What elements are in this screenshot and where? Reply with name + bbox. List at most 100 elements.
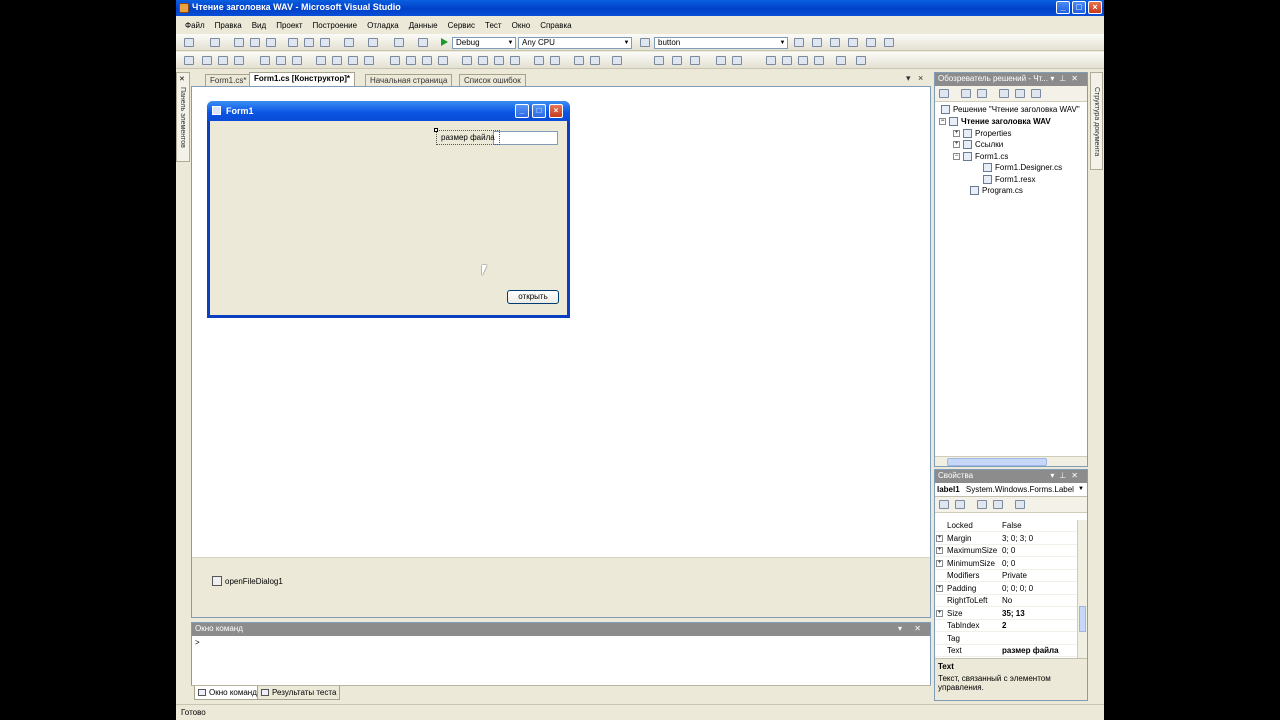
find-icon[interactable]: [640, 38, 650, 47]
prop-value[interactable]: 0; 0: [1002, 558, 1015, 570]
navigate-back-icon[interactable]: [394, 38, 404, 47]
class-diagram-icon[interactable]: [1031, 89, 1041, 98]
redo-icon[interactable]: [368, 38, 378, 47]
find-in-files-icon[interactable]: [794, 38, 804, 47]
refresh-icon[interactable]: [977, 89, 987, 98]
toolbox-icon[interactable]: [866, 38, 876, 47]
object-selector[interactable]: label1 System.Windows.Forms.Label ▼: [935, 483, 1087, 497]
align-centers-icon[interactable]: [218, 56, 228, 65]
document-outline-strip[interactable]: Структура документа: [1090, 72, 1103, 170]
save-icon[interactable]: [250, 38, 260, 47]
make-same-width-icon[interactable]: [316, 56, 326, 65]
vertical-spacing-equal-icon[interactable]: [462, 56, 472, 65]
prop-row[interactable]: + MinimumSize 0; 0: [935, 558, 1078, 570]
tab-test-results[interactable]: Результаты теста: [257, 686, 341, 700]
find-combo[interactable]: button ▼: [654, 37, 788, 49]
scrollbar-thumb[interactable]: [947, 458, 1047, 466]
undo-icon[interactable]: [344, 38, 354, 47]
view-code-icon[interactable]: [999, 89, 1009, 98]
prop-row[interactable]: RightToLeft No: [935, 595, 1078, 607]
prop-value[interactable]: 0; 0; 0; 0: [1002, 583, 1033, 595]
prop-row[interactable]: TabIndex 2: [935, 620, 1078, 632]
menu-project[interactable]: Проект: [276, 21, 302, 30]
vertical-scrollbar[interactable]: [1077, 520, 1087, 658]
tree-references[interactable]: + Ссылки: [953, 140, 1003, 149]
expand-icon[interactable]: +: [936, 559, 943, 567]
open-button-control[interactable]: открыть: [507, 290, 559, 304]
prop-value[interactable]: Private: [1002, 570, 1027, 582]
tab-order-icon[interactable]: [836, 56, 846, 65]
start-debugging-icon[interactable]: [441, 38, 448, 46]
text-editor-icon[interactable]: [654, 56, 664, 65]
collapse-icon[interactable]: −: [939, 118, 946, 125]
align-to-grid-icon[interactable]: [184, 56, 194, 65]
prop-row[interactable]: + Padding 0; 0; 0; 0: [935, 583, 1078, 595]
tree-properties[interactable]: + Properties: [953, 129, 1011, 138]
cut-icon[interactable]: [288, 38, 298, 47]
menu-data[interactable]: Данные: [409, 21, 438, 30]
alphabetical-icon[interactable]: [955, 500, 965, 509]
align-bottoms-icon[interactable]: [292, 56, 302, 65]
open-file-dialog-component[interactable]: openFileDialog1: [212, 576, 283, 586]
bookmark-icon[interactable]: [766, 56, 776, 65]
remove-vertical-spacing-icon[interactable]: [510, 56, 520, 65]
chevron-down-icon[interactable]: ▼: [1078, 483, 1084, 496]
label1-control[interactable]: размер файла: [436, 130, 500, 145]
prop-row[interactable]: Tag: [935, 633, 1078, 645]
expand-icon[interactable]: +: [936, 609, 943, 617]
horizontal-scrollbar[interactable]: [935, 456, 1087, 466]
make-same-size-icon[interactable]: [348, 56, 358, 65]
prop-value[interactable]: False: [1002, 520, 1022, 532]
open-file-icon[interactable]: [234, 38, 244, 47]
prop-value[interactable]: No: [1002, 595, 1012, 607]
properties-view-icon[interactable]: [977, 500, 987, 509]
align-lefts-icon[interactable]: [202, 56, 212, 65]
expand-icon[interactable]: +: [936, 584, 943, 592]
tab-error-list[interactable]: Список ошибок: [459, 74, 526, 86]
menu-file[interactable]: Файл: [185, 21, 205, 30]
uncomment-icon[interactable]: [690, 56, 700, 65]
lock-controls-icon[interactable]: [612, 56, 622, 65]
send-to-back-icon[interactable]: [590, 56, 600, 65]
form-designer[interactable]: Form1 _ □ × размер файла открыть openFil…: [191, 86, 931, 618]
prop-value[interactable]: 0; 0: [1002, 545, 1015, 557]
menu-test[interactable]: Тест: [485, 21, 502, 30]
overflow-icon[interactable]: [856, 56, 866, 65]
menu-window[interactable]: Окно: [512, 21, 531, 30]
tree-form1-resx[interactable]: Form1.resx: [983, 175, 1035, 184]
tree-form1[interactable]: − Form1.cs: [953, 152, 1008, 161]
decrease-vertical-spacing-icon[interactable]: [494, 56, 504, 65]
comment-icon[interactable]: [672, 56, 682, 65]
increase-horizontal-spacing-icon[interactable]: [406, 56, 416, 65]
collapse-icon[interactable]: −: [953, 153, 960, 160]
indent-icon[interactable]: [732, 56, 742, 65]
expand-icon[interactable]: +: [953, 130, 960, 137]
next-bookmark-icon[interactable]: [798, 56, 808, 65]
previous-bookmark-icon[interactable]: [782, 56, 792, 65]
object-browser-icon[interactable]: [848, 38, 858, 47]
panel-buttons[interactable]: ▾⊥✕: [1050, 470, 1083, 482]
start-page-icon[interactable]: [884, 38, 894, 47]
decrease-horizontal-spacing-icon[interactable]: [422, 56, 432, 65]
prop-value[interactable]: размер файла: [1002, 645, 1059, 657]
scrollbar-thumb[interactable]: [1079, 606, 1086, 632]
prop-row[interactable]: + Margin 3; 0; 3; 0: [935, 533, 1078, 545]
navigate-forward-icon[interactable]: [418, 38, 428, 47]
tree-program[interactable]: Program.cs: [970, 186, 1023, 195]
toolbox-strip[interactable]: ✕ Панель элементов: [176, 72, 190, 162]
make-same-height-icon[interactable]: [332, 56, 342, 65]
properties-window-icon[interactable]: [830, 38, 840, 47]
solution-explorer-icon[interactable]: [812, 38, 822, 47]
chevron-down-icon[interactable]: ▾: [906, 73, 911, 84]
add-item-icon[interactable]: [210, 38, 220, 47]
expand-icon[interactable]: +: [936, 534, 943, 542]
menu-help[interactable]: Справка: [540, 21, 571, 30]
copy-icon[interactable]: [304, 38, 314, 47]
view-designer-icon[interactable]: [1015, 89, 1025, 98]
expand-icon[interactable]: +: [953, 141, 960, 148]
save-all-icon[interactable]: [266, 38, 276, 47]
prop-row[interactable]: Text размер файла: [935, 645, 1078, 657]
horizontal-spacing-equal-icon[interactable]: [390, 56, 400, 65]
toolbox-pin-icon[interactable]: ✕: [179, 75, 185, 83]
prop-value[interactable]: 35; 13: [1002, 608, 1025, 620]
